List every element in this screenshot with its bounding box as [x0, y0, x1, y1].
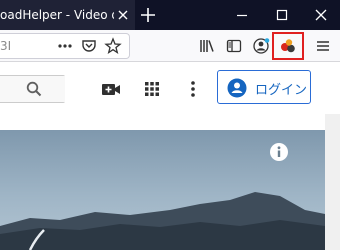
url-bar[interactable]: 3I — [0, 33, 130, 59]
more-vert-icon[interactable] — [182, 78, 204, 100]
pocket-icon[interactable] — [80, 37, 98, 55]
maximize-icon[interactable] — [274, 7, 290, 23]
account-circle-icon — [227, 78, 247, 98]
account-icon[interactable] — [252, 37, 270, 55]
tab-close-icon[interactable] — [115, 7, 131, 23]
tab-active[interactable]: oadHelper - Video down — [0, 0, 135, 30]
close-window-icon[interactable] — [313, 7, 329, 23]
url-text[interactable]: 3I — [0, 39, 11, 53]
hamburger-menu-icon[interactable] — [314, 37, 332, 55]
library-icon[interactable] — [198, 37, 216, 55]
create-video-icon[interactable] — [100, 78, 122, 100]
reader-sidebar-icon[interactable] — [225, 37, 243, 55]
video-downloadhelper-extension-icon[interactable] — [279, 37, 297, 55]
tab-title: oadHelper - Video down — [0, 8, 114, 22]
browser-window: oadHelper - Video down 3I — [0, 0, 340, 250]
page-scrollbar[interactable] — [325, 114, 340, 250]
search-icon — [26, 81, 42, 97]
login-button[interactable]: ログイン — [217, 70, 311, 104]
search-button[interactable] — [0, 76, 65, 102]
new-tab-icon[interactable] — [139, 6, 157, 24]
search-box[interactable] — [0, 75, 65, 103]
info-icon[interactable] — [269, 142, 289, 162]
apps-grid-icon[interactable] — [141, 78, 163, 100]
login-label: ログイン — [255, 83, 308, 98]
minimize-icon[interactable] — [234, 7, 250, 23]
bookmark-star-icon[interactable] — [104, 37, 122, 55]
tab-bar: oadHelper - Video down — [0, 0, 340, 30]
more-dots-icon[interactable] — [56, 37, 74, 55]
nav-toolbar: 3I — [0, 30, 340, 62]
